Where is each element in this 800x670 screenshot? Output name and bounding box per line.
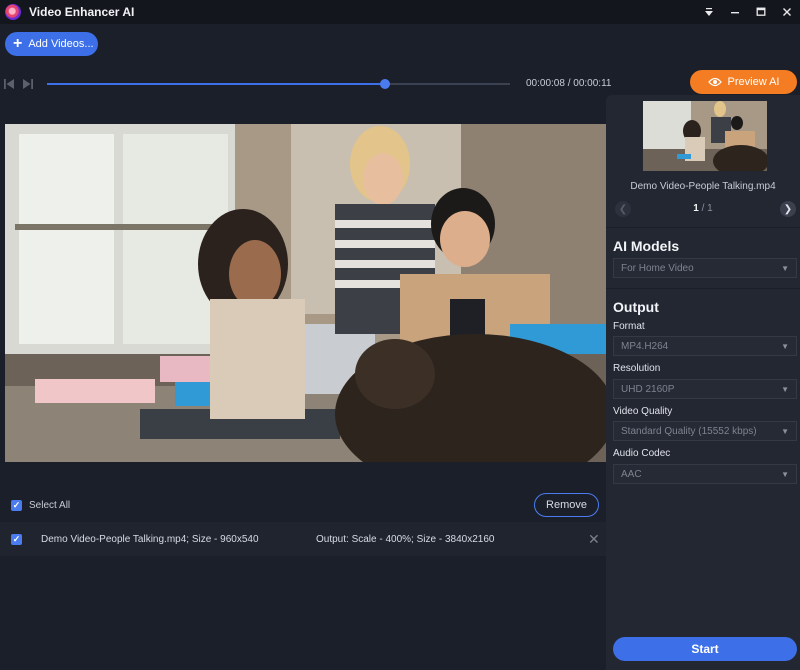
app-window: Video Enhancer AI + Add Videos... 00:00:… [0, 0, 800, 670]
close-icon[interactable] [774, 0, 800, 24]
remove-button[interactable]: Remove [534, 493, 599, 517]
audio-codec-select[interactable]: AAC ▼ [613, 464, 797, 484]
add-videos-button[interactable]: + Add Videos... [5, 32, 98, 56]
thumbnail-filename: Demo Video-People Talking.mp4 [630, 181, 776, 192]
next-frame-icon[interactable] [23, 78, 33, 90]
window-controls [696, 0, 800, 24]
title-bar: Video Enhancer AI [0, 0, 800, 24]
menu-icon[interactable] [696, 0, 722, 24]
file-name: Demo Video-People Talking.mp4; Size - 96… [41, 533, 259, 545]
eye-icon [707, 77, 722, 87]
chevron-down-icon: ▼ [781, 469, 789, 479]
file-checkbox[interactable]: ✓ [11, 533, 22, 545]
select-all[interactable]: ✓ Select All [11, 500, 70, 511]
maximize-icon[interactable] [748, 0, 774, 24]
format-select[interactable]: MP4.H264 ▼ [613, 336, 797, 356]
playback-time: 00:00:08 / 00:00:11 [526, 78, 612, 89]
resolution-label: Resolution [613, 363, 661, 374]
chevron-down-icon: ▼ [781, 384, 789, 394]
preview-ai-label: Preview AI [727, 76, 780, 88]
chevron-down-icon: ▼ [781, 426, 789, 436]
settings-sidebar: Demo Video-People Talking.mp4 ❮ 1 / 1 ❯ … [606, 95, 800, 670]
select-all-label: Select All [29, 500, 71, 511]
ai-model-select[interactable]: For Home Video ▼ [613, 258, 797, 278]
quality-value: Standard Quality (15552 kbps) [621, 425, 757, 437]
audio-codec-value: AAC [621, 468, 642, 480]
format-value: MP4.H264 [621, 340, 669, 352]
format-label: Format [613, 321, 645, 332]
video-preview [5, 124, 606, 462]
quality-select[interactable]: Standard Quality (15552 kbps) ▼ [613, 421, 797, 441]
select-all-checkbox[interactable]: ✓ [11, 500, 22, 511]
divider [606, 227, 800, 228]
divider [606, 288, 800, 289]
preview-ai-button[interactable]: Preview AI [690, 70, 797, 94]
chevron-down-icon: ▼ [781, 263, 789, 273]
file-output-info: Output: Scale - 400%; Size - 3840x2160 [316, 533, 495, 545]
chevron-down-icon: ▼ [781, 341, 789, 351]
output-title: Output [613, 299, 659, 315]
quality-label: Video Quality [613, 406, 673, 417]
page-current: 1 [693, 203, 699, 214]
ai-models-title: AI Models [613, 238, 680, 254]
playback-handle[interactable] [379, 79, 390, 89]
playback-slider[interactable] [47, 79, 510, 89]
resolution-select[interactable]: UHD 2160P ▼ [613, 379, 797, 399]
remove-file-icon[interactable]: ✕ [588, 531, 600, 548]
file-list-panel: ✓ Select All Remove ✓ Demo Video-People … [0, 490, 606, 670]
pager: ❮ 1 / 1 ❯ [606, 201, 800, 217]
plus-icon: + [13, 35, 23, 52]
page-total: / 1 [701, 203, 713, 214]
add-videos-label: Add Videos... [28, 38, 94, 50]
app-title: Video Enhancer AI [29, 5, 135, 19]
file-row[interactable]: ✓ Demo Video-People Talking.mp4; Size - … [0, 522, 606, 556]
video-thumbnail[interactable] [643, 101, 767, 171]
video-frame-image [5, 124, 606, 462]
previous-frame-icon[interactable] [4, 78, 14, 90]
thumbnail-image [643, 101, 767, 171]
next-page-icon[interactable]: ❯ [780, 201, 796, 217]
start-button[interactable]: Start [613, 637, 797, 661]
playback-progress [47, 83, 385, 85]
resolution-value: UHD 2160P [621, 383, 675, 395]
minimize-icon[interactable] [722, 0, 748, 24]
page-indicator: 1 / 1 [606, 203, 800, 214]
ai-model-value: For Home Video [621, 262, 694, 274]
audio-codec-label: Audio Codec [613, 448, 671, 459]
app-logo-icon [5, 4, 21, 20]
